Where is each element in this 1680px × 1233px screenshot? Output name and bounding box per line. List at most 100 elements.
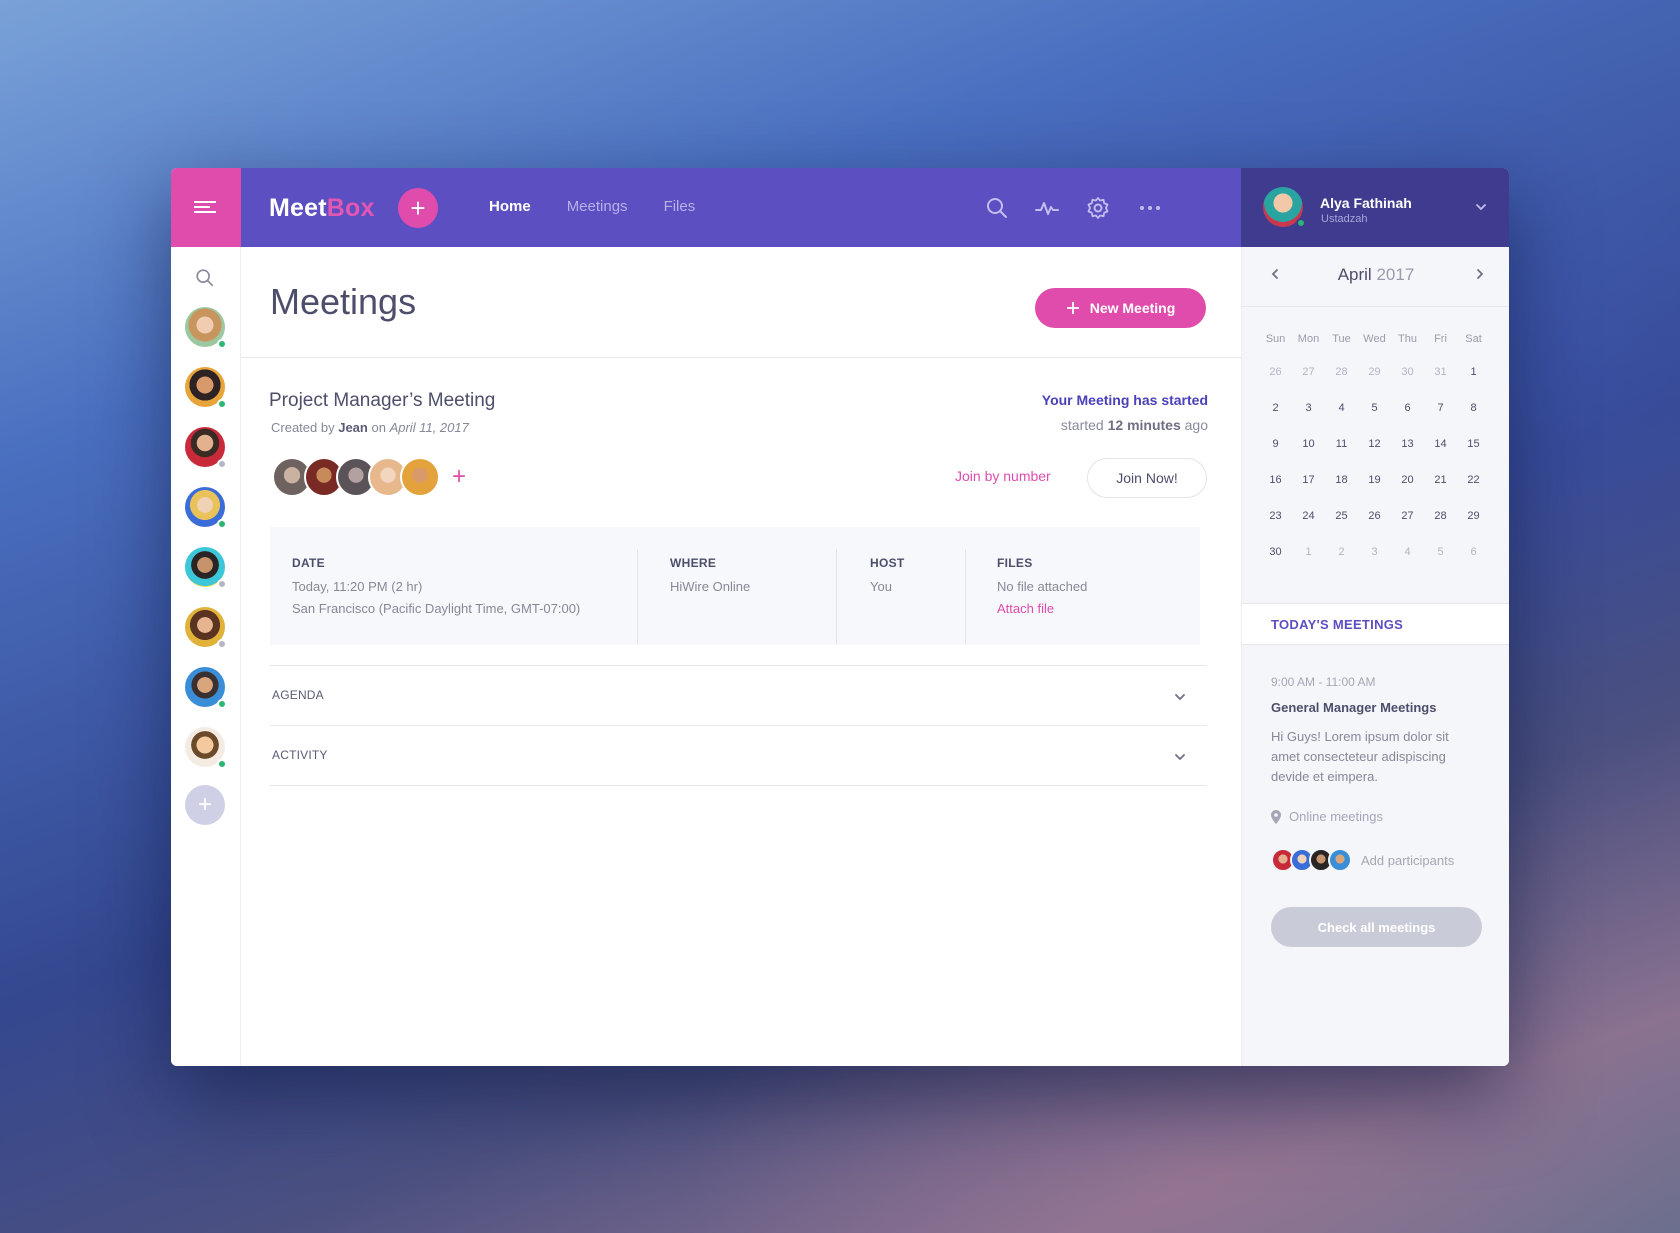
contact-status-dot [217, 339, 227, 349]
calendar-day[interactable]: 30 [1259, 546, 1292, 582]
contact-status-dot [217, 579, 227, 589]
add-participant-button[interactable]: + [452, 463, 466, 491]
calendar-day[interactable]: 4 [1325, 402, 1358, 438]
join-by-number-link[interactable]: Join by number [955, 468, 1051, 484]
contact-avatar[interactable] [185, 487, 227, 529]
activity-icon[interactable] [1035, 196, 1059, 220]
calendar-day[interactable]: 1 [1292, 546, 1325, 582]
calendar-day[interactable]: 15 [1457, 438, 1490, 474]
contact-status-dot [217, 639, 227, 649]
quick-add-button[interactable]: + [398, 188, 438, 228]
calendar-day[interactable]: 18 [1325, 474, 1358, 510]
accordion-agenda[interactable]: AGENDA [270, 665, 1207, 725]
attach-file-link[interactable]: Attach file [997, 601, 1087, 616]
calendar-day[interactable]: 21 [1424, 474, 1457, 510]
calendar-day[interactable]: 3 [1292, 402, 1325, 438]
contact-avatar[interactable] [185, 727, 227, 769]
calendar-day[interactable]: 2 [1259, 402, 1292, 438]
calendar-day[interactable]: 20 [1391, 474, 1424, 510]
event-title[interactable]: General Manager Meetings [1271, 700, 1436, 715]
calendar-day[interactable]: 25 [1325, 510, 1358, 546]
calendar-day[interactable]: 24 [1292, 510, 1325, 546]
logo-main-text: Meet [269, 194, 327, 222]
logo-accent-text: Box [326, 194, 375, 222]
details-date: DATE Today, 11:20 PM (2 hr) San Francisc… [292, 549, 580, 645]
join-now-button[interactable]: Join Now! [1087, 458, 1207, 498]
weekday-label: Fri [1434, 333, 1447, 345]
user-status-dot [1296, 218, 1306, 228]
calendar-day[interactable]: 14 [1424, 438, 1457, 474]
calendar-day[interactable]: 22 [1457, 474, 1490, 510]
meeting-started-ago: started 12 minutes ago [1061, 417, 1208, 433]
user-profile[interactable]: Alya Fathinah Ustadzah [1241, 168, 1509, 247]
calendar-day[interactable]: 9 [1259, 438, 1292, 474]
check-all-meetings-button[interactable]: Check all meetings [1271, 907, 1482, 947]
calendar-month-year: April 2017 [1242, 265, 1509, 285]
calendar-day[interactable]: 5 [1424, 546, 1457, 582]
add-contact-button[interactable]: + [185, 785, 225, 825]
contact-avatar[interactable] [185, 667, 227, 709]
nav-files[interactable]: Files [664, 198, 696, 215]
calendar-day[interactable]: 27 [1391, 510, 1424, 546]
settings-gear-icon[interactable] [1086, 196, 1110, 220]
accordion-activity[interactable]: ACTIVITY [270, 725, 1207, 785]
calendar-day[interactable]: 4 [1391, 546, 1424, 582]
nav-home[interactable]: Home [489, 198, 531, 215]
search-icon[interactable] [194, 267, 216, 289]
participant-avatar[interactable] [400, 457, 440, 497]
calendar-day[interactable]: 28 [1424, 510, 1457, 546]
calendar-day[interactable]: 7 [1424, 402, 1457, 438]
created-by[interactable]: Jean [338, 420, 368, 435]
todays-meetings-header: TODAY'S MEETINGS [1242, 603, 1509, 645]
contact-avatar[interactable] [185, 547, 227, 589]
calendar-day[interactable]: 30 [1391, 366, 1424, 402]
menu-button[interactable] [171, 168, 241, 247]
more-horizontal-icon[interactable] [1138, 196, 1162, 220]
meeting-title: Project Manager’s Meeting [269, 390, 496, 411]
nav-meetings[interactable]: Meetings [567, 198, 628, 215]
event-description: Hi Guys! Lorem ipsum dolor sit amet cons… [1271, 729, 1449, 784]
started-duration: 12 minutes [1107, 417, 1181, 433]
add-participants-link[interactable]: Add participants [1361, 853, 1454, 868]
calendar-day[interactable]: 10 [1292, 438, 1325, 474]
contact-avatar[interactable] [185, 307, 227, 349]
calendar-day[interactable]: 13 [1391, 438, 1424, 474]
calendar-day[interactable]: 8 [1457, 402, 1490, 438]
chevron-right-icon[interactable] [1473, 267, 1487, 281]
calendar-day[interactable]: 23 [1259, 510, 1292, 546]
calendar-day[interactable]: 12 [1358, 438, 1391, 474]
column-divider [965, 549, 966, 645]
created-on-prefix: on [371, 420, 386, 435]
participant-avatar[interactable] [1328, 848, 1352, 872]
chevron-down-icon[interactable] [1474, 200, 1488, 214]
calendar-day[interactable]: 19 [1358, 474, 1391, 510]
calendar-day[interactable]: 1 [1457, 366, 1490, 402]
calendar-day[interactable]: 16 [1259, 474, 1292, 510]
calendar-day[interactable]: 17 [1292, 474, 1325, 510]
calendar-year: 2017 [1376, 265, 1415, 284]
calendar-day[interactable]: 6 [1391, 402, 1424, 438]
created-date: April 11, 2017 [389, 420, 469, 435]
calendar-day[interactable]: 29 [1358, 366, 1391, 402]
weekday-label: Tue [1332, 333, 1351, 345]
top-bar: MeetBox + Home Meetings Files [241, 168, 1241, 247]
contact-avatar[interactable] [185, 427, 227, 469]
calendar-day[interactable]: 29 [1457, 510, 1490, 546]
calendar-day[interactable]: 26 [1259, 366, 1292, 402]
calendar-day[interactable]: 28 [1325, 366, 1358, 402]
contact-avatar[interactable] [185, 607, 227, 649]
calendar-day[interactable]: 11 [1325, 438, 1358, 474]
main-nav: Home Meetings Files [489, 198, 695, 215]
calendar-day[interactable]: 2 [1325, 546, 1358, 582]
contact-avatar[interactable] [185, 367, 227, 409]
calendar-day[interactable]: 27 [1292, 366, 1325, 402]
calendar-day[interactable]: 3 [1358, 546, 1391, 582]
calendar-day[interactable]: 26 [1358, 510, 1391, 546]
new-meeting-button[interactable]: New Meeting [1035, 288, 1206, 328]
calendar-day[interactable]: 5 [1358, 402, 1391, 438]
app-logo[interactable]: MeetBox [269, 194, 375, 223]
search-icon[interactable] [985, 196, 1009, 220]
hamburger-menu-icon [194, 200, 216, 213]
calendar-day[interactable]: 31 [1424, 366, 1457, 402]
calendar-day[interactable]: 6 [1457, 546, 1490, 582]
